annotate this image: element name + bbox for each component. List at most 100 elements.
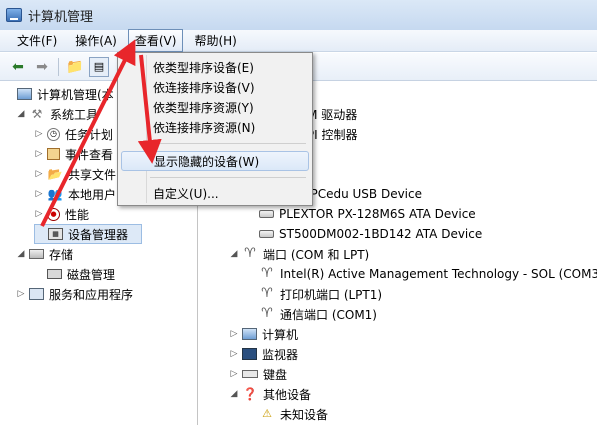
performance-icon: ● bbox=[47, 207, 60, 221]
tree-performance[interactable]: ▷ ● 性能 bbox=[34, 204, 89, 224]
port-row[interactable]: ♈ 打印机端口 (LPT1) bbox=[259, 284, 382, 304]
services-icon bbox=[29, 288, 44, 300]
window-title: 计算机管理 bbox=[28, 9, 94, 25]
menu-help[interactable]: 帮助(H) bbox=[187, 29, 243, 52]
tree-label: 磁盘管理 bbox=[67, 267, 116, 282]
tree-label: 共享文件 bbox=[68, 167, 117, 182]
tree-local-users[interactable]: ▷ 👥 本地用户 bbox=[34, 184, 116, 204]
tree-label: 性能 bbox=[65, 207, 90, 222]
category-monitors[interactable]: ▷ 监视器 bbox=[229, 344, 298, 364]
tree-label: 事件查看 bbox=[65, 147, 114, 162]
collapse-icon[interactable]: ◢ bbox=[16, 109, 26, 119]
category-computer[interactable]: ▷ 计算机 bbox=[229, 324, 298, 344]
up-folder-icon[interactable]: 📁 bbox=[65, 57, 85, 77]
device-manager-icon: ▦ bbox=[48, 228, 63, 240]
collapse-icon[interactable]: ◢ bbox=[229, 389, 239, 399]
category-label: 计算机 bbox=[262, 327, 299, 342]
forward-arrow-icon[interactable]: ➡ bbox=[32, 57, 52, 77]
back-arrow-icon[interactable]: ⬅ bbox=[8, 57, 28, 77]
tree-storage[interactable]: ◢ 存储 bbox=[16, 244, 73, 264]
device-label: 未知设备 bbox=[280, 407, 329, 422]
view-menu-dropdown: 依类型排序设备(E) 依连接排序设备(V) 依类型排序资源(Y) 依连接排序资源… bbox=[117, 52, 313, 206]
menu-item-sort-devices-by-type[interactable]: 依类型排序设备(E) bbox=[121, 57, 309, 77]
category-label: 监视器 bbox=[262, 347, 299, 362]
tree-label: 服务和应用程序 bbox=[49, 287, 134, 302]
tree-root[interactable]: 计算机管理(本 bbox=[4, 84, 114, 104]
category-other-devices[interactable]: ◢ ❓ 其他设备 bbox=[229, 384, 311, 404]
event-log-icon bbox=[47, 148, 60, 160]
port-icon: ♈ bbox=[244, 246, 256, 261]
unknown-device-row[interactable]: ⚠ 未知设备 bbox=[259, 404, 328, 424]
monitor-icon bbox=[242, 348, 257, 360]
device-label: Intel(R) Active Management Technology - … bbox=[280, 267, 597, 281]
category-ports[interactable]: ◢ ♈ 端口 (COM 和 LPT) bbox=[229, 244, 370, 264]
expand-icon[interactable]: ▷ bbox=[229, 369, 239, 379]
clock-icon: ◷ bbox=[47, 127, 60, 141]
expand-icon[interactable]: ▷ bbox=[34, 129, 44, 139]
tree-services-apps[interactable]: ▷ 服务和应用程序 bbox=[16, 284, 133, 304]
other-device-icon: ❓ bbox=[242, 387, 258, 401]
computer-management-icon bbox=[6, 8, 22, 22]
tools-icon: ⚒ bbox=[31, 107, 43, 121]
show-hide-tree-icon[interactable]: ▤ bbox=[89, 56, 109, 77]
keyboard-icon bbox=[242, 370, 258, 378]
storage-icon bbox=[29, 249, 44, 259]
device-label: ST500DM002-1BD142 ATA Device bbox=[279, 227, 483, 241]
menu-item-sort-resources-by-type[interactable]: 依类型排序资源(Y) bbox=[121, 97, 309, 117]
category-label: 其他设备 bbox=[263, 387, 312, 402]
tree-disk-management[interactable]: 磁盘管理 bbox=[34, 264, 115, 284]
toolbar-divider bbox=[58, 57, 59, 76]
warning-icon: ⚠ bbox=[262, 407, 272, 420]
port-row[interactable]: ♈ Intel(R) Active Management Technology … bbox=[259, 264, 597, 284]
computer-icon bbox=[17, 88, 32, 100]
category-label: 键盘 bbox=[263, 367, 288, 382]
disk-drive-row[interactable]: PLEXTOR PX-128M6S ATA Device bbox=[259, 204, 476, 224]
shared-folder-icon: 📂 bbox=[47, 167, 63, 181]
tree-label: 任务计划 bbox=[65, 127, 114, 142]
expand-icon[interactable]: ▷ bbox=[229, 349, 239, 359]
collapse-icon[interactable]: ◢ bbox=[16, 249, 26, 259]
tree-label: 存储 bbox=[49, 247, 74, 262]
collapse-icon[interactable]: ◢ bbox=[229, 249, 239, 259]
tree-event-viewer[interactable]: ▷ 事件查看 bbox=[34, 144, 113, 164]
port-icon: ♈ bbox=[261, 266, 273, 281]
device-label: 打印机端口 (LPT1) bbox=[280, 287, 383, 302]
menu-item-customize[interactable]: 自定义(U)... bbox=[121, 183, 309, 203]
expand-icon[interactable]: ▷ bbox=[34, 189, 44, 199]
expand-icon[interactable]: ▷ bbox=[16, 289, 26, 299]
expand-icon[interactable]: ▷ bbox=[34, 209, 44, 219]
device-label: 通信端口 (COM1) bbox=[280, 307, 377, 322]
menu-item-sort-devices-by-connection[interactable]: 依连接排序设备(V) bbox=[121, 77, 309, 97]
menu-view[interactable]: 查看(V) bbox=[127, 29, 184, 52]
port-row[interactable]: ♈ 通信端口 (COM1) bbox=[259, 304, 377, 324]
menu-action[interactable]: 操作(A) bbox=[68, 29, 124, 52]
tree-shared-folders[interactable]: ▷ 📂 共享文件 bbox=[34, 164, 116, 184]
disk-icon bbox=[47, 269, 62, 279]
menu-item-sort-resources-by-connection[interactable]: 依连接排序资源(N) bbox=[121, 117, 309, 137]
tree-system-tools[interactable]: ◢ ⚒ 系统工具 bbox=[16, 104, 98, 124]
title-bar: 计算机管理 bbox=[0, 0, 597, 30]
menu-separator bbox=[150, 143, 306, 144]
category-keyboards[interactable]: ▷ 键盘 bbox=[229, 364, 287, 384]
users-icon: 👥 bbox=[47, 187, 63, 201]
expand-icon[interactable]: ▷ bbox=[34, 169, 44, 179]
computer-icon bbox=[242, 328, 257, 340]
port-icon: ♈ bbox=[261, 306, 273, 321]
tree-device-manager[interactable]: ▦ 设备管理器 bbox=[34, 224, 142, 244]
disk-drive-icon bbox=[259, 230, 274, 238]
menu-item-show-hidden-devices[interactable]: 显示隐藏的设备(W) bbox=[121, 151, 309, 171]
menu-separator bbox=[150, 177, 306, 178]
tree-label: 设备管理器 bbox=[68, 227, 129, 242]
tree-label: 系统工具 bbox=[50, 107, 99, 122]
tree-label: 本地用户 bbox=[68, 187, 117, 202]
expand-icon[interactable]: ▷ bbox=[229, 329, 239, 339]
tree-root-label: 计算机管理(本 bbox=[37, 87, 114, 102]
menu-bar: 文件(F) 操作(A) 查看(V) 帮助(H) bbox=[0, 29, 597, 52]
disk-drive-icon bbox=[259, 210, 274, 218]
menu-file[interactable]: 文件(F) bbox=[10, 29, 64, 52]
disk-drive-row[interactable]: ST500DM002-1BD142 ATA Device bbox=[259, 224, 482, 244]
expand-icon[interactable]: ▷ bbox=[34, 149, 44, 159]
tree-task-scheduler[interactable]: ▷ ◷ 任务计划 bbox=[34, 124, 113, 144]
port-icon: ♈ bbox=[261, 286, 273, 301]
category-label: 端口 (COM 和 LPT) bbox=[263, 247, 370, 262]
